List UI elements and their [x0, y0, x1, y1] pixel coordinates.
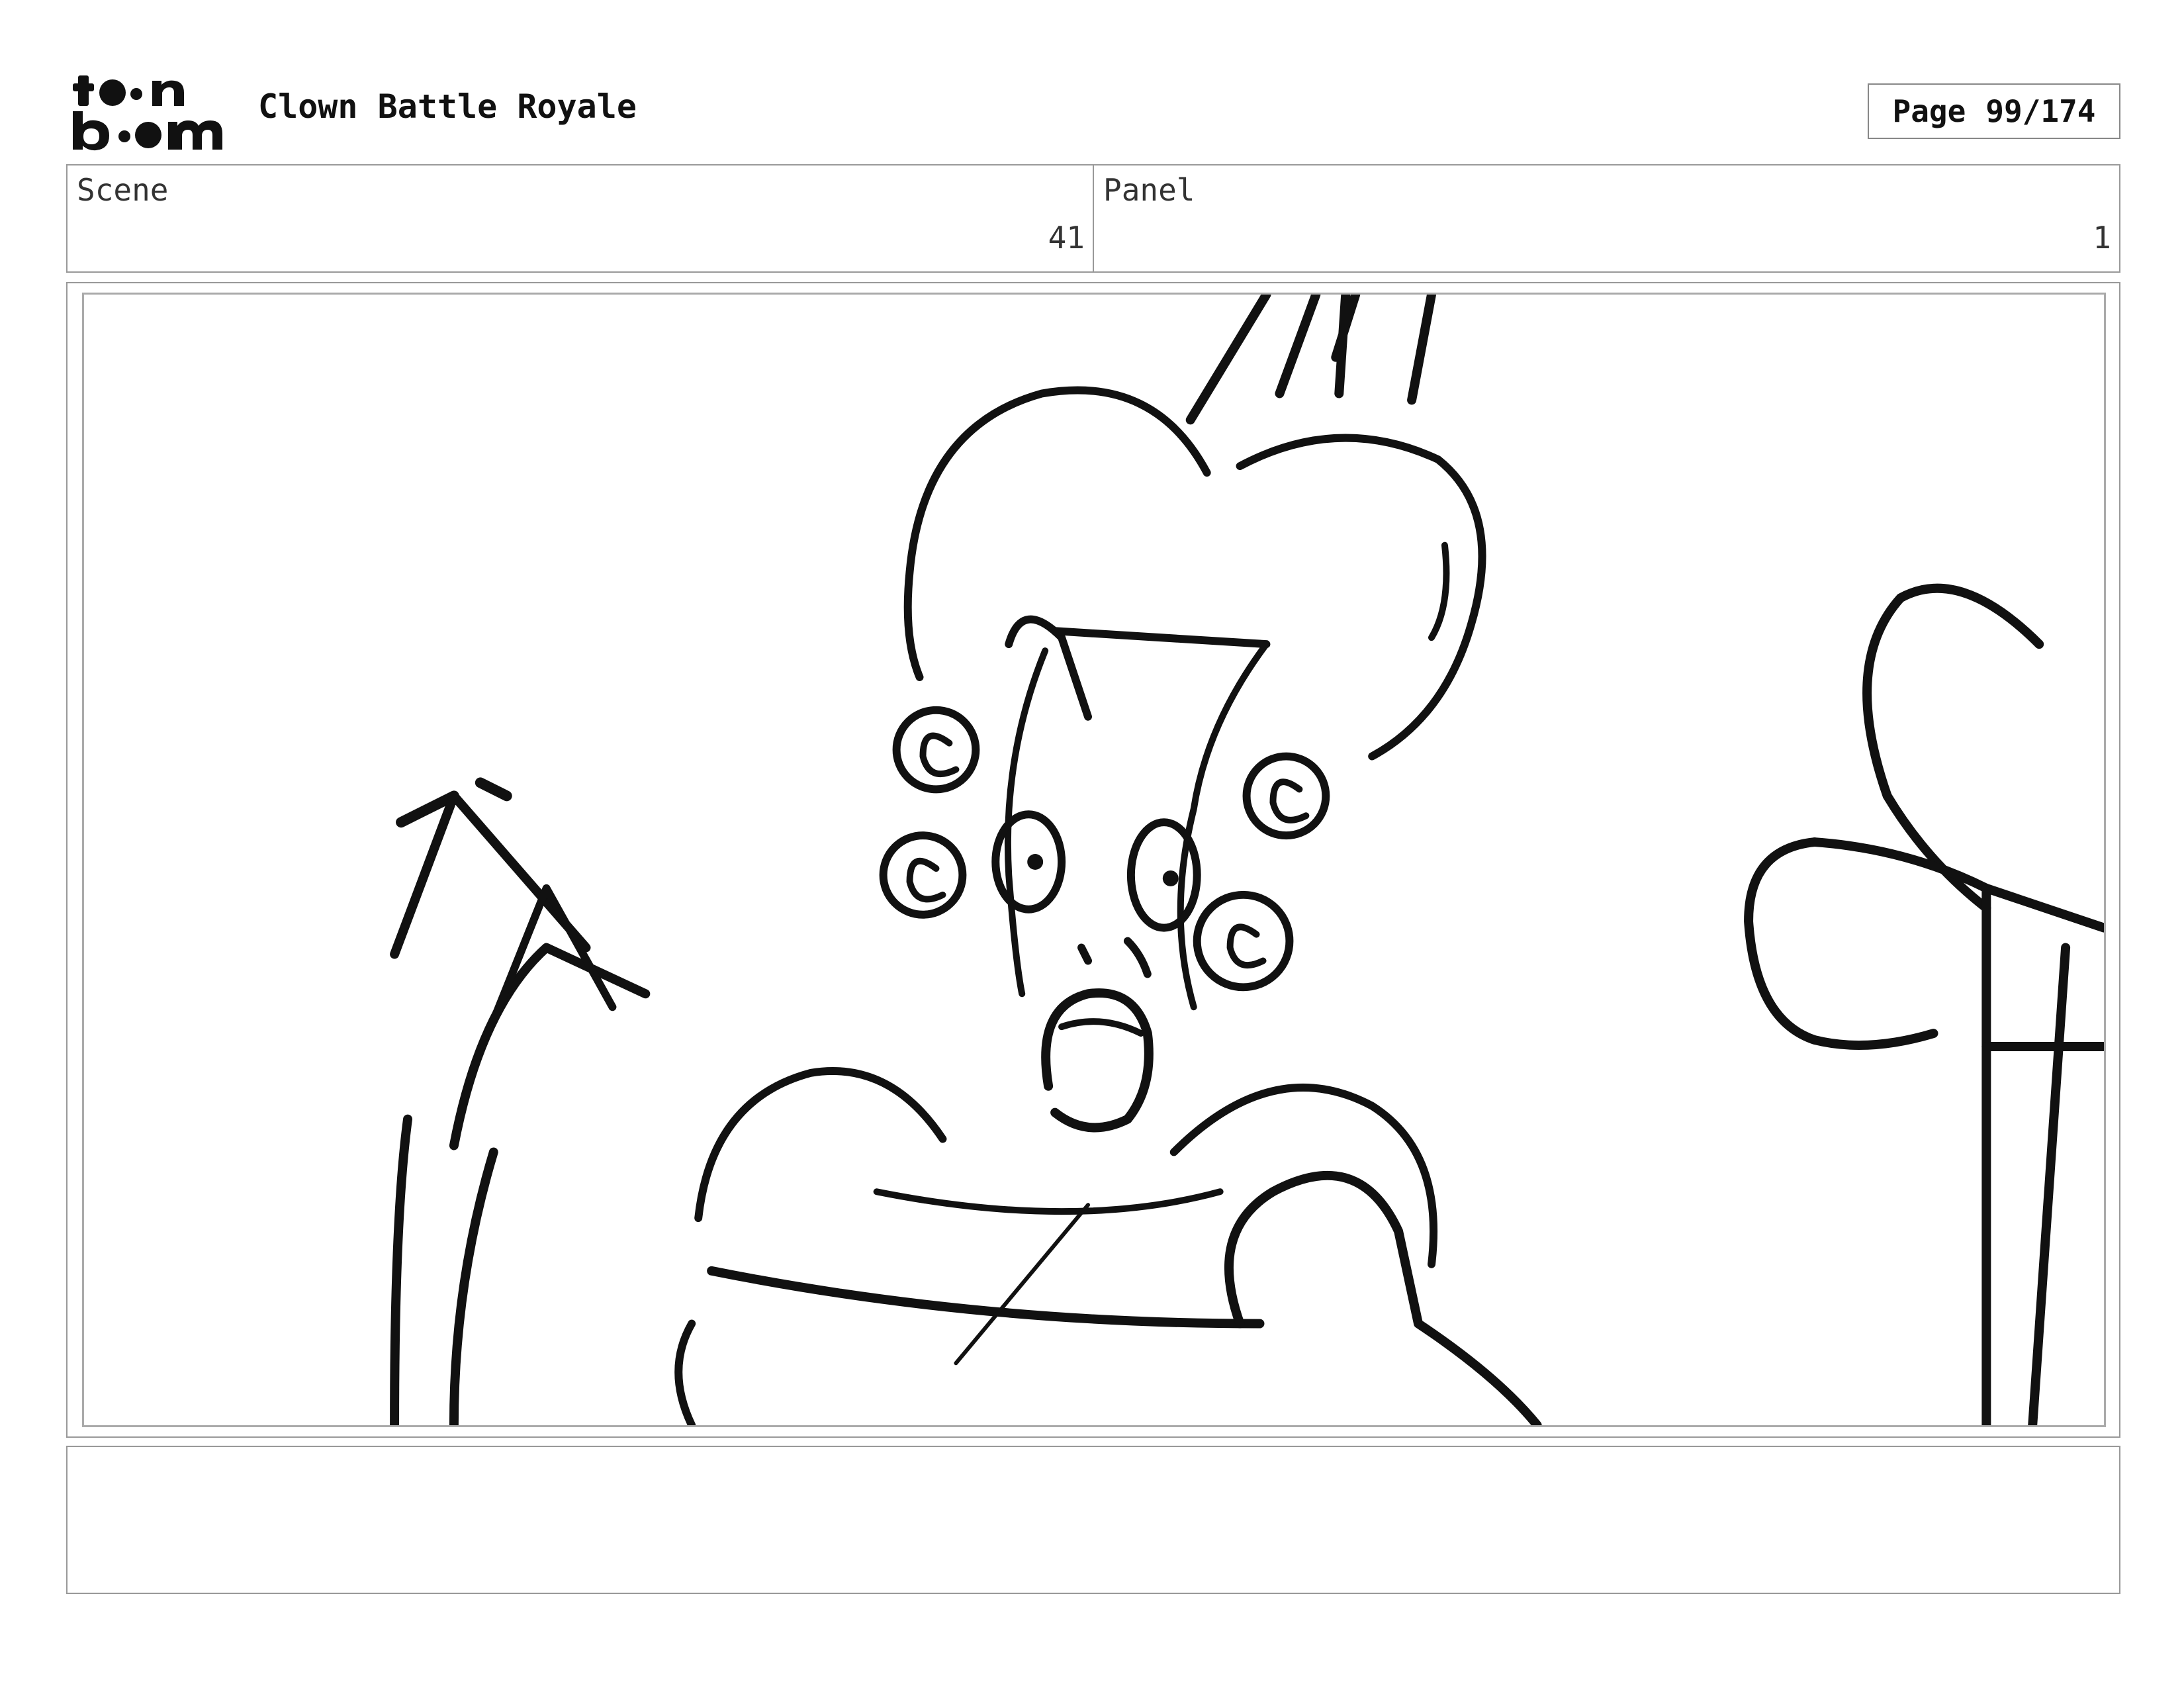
crown-sketch: [1185, 295, 1436, 425]
sketch-drawing: [390, 295, 2104, 1425]
toon-boom-logo-icon: [73, 75, 222, 151]
page-indicator: Page 99/174: [1868, 83, 2120, 139]
toon-boom-logo: [71, 70, 228, 152]
page-label: Page: [1892, 93, 1966, 129]
right-character-sketch: [1862, 583, 2044, 913]
panel-cell: Panel 1: [1093, 165, 2119, 271]
scene-label: Scene: [77, 172, 169, 208]
panel-value: 1: [2093, 220, 2111, 256]
page-number: 99/174: [1985, 93, 2096, 129]
scene-panel-info: Scene 41 Panel 1: [66, 164, 2120, 273]
panel-label: Panel: [1103, 172, 1195, 208]
panel-drawing-area: [82, 293, 2106, 1427]
curl-sketch: [892, 706, 980, 794]
project-title: Clown Battle Royale: [258, 87, 637, 126]
left-prop-sketch: [390, 791, 651, 1150]
panel-notes-box: [66, 1446, 2120, 1594]
scene-value: 41: [1048, 220, 1085, 256]
storyboard-panel: [66, 282, 2120, 1438]
glove-sketch: [1224, 1170, 1542, 1425]
mouth-sketch: [1041, 988, 1154, 1133]
scene-cell: Scene 41: [68, 165, 1093, 271]
